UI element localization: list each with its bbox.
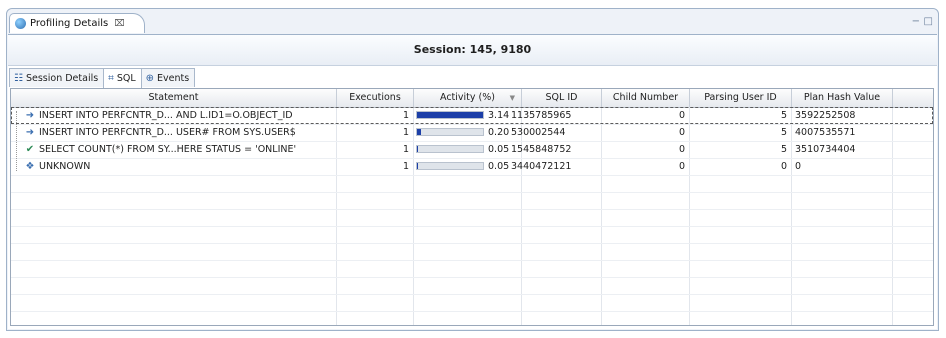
plan-hash-cell: 3510734404 bbox=[795, 144, 856, 155]
statement-text: SELECT COUNT(*) FROM SY...HERE STATUS = … bbox=[39, 144, 297, 155]
tab-profiling-details[interactable]: Profiling Details ⌧ bbox=[9, 13, 145, 33]
sql-id-cell: 1135785965 bbox=[511, 110, 572, 121]
column-header-activity[interactable]: Activity (%) ▼ bbox=[414, 89, 522, 107]
executions-cell: 1 bbox=[402, 144, 409, 155]
tab-label: Session Details bbox=[25, 72, 99, 84]
activity-value: 3.14 bbox=[488, 110, 510, 121]
profiling-icon bbox=[15, 18, 26, 29]
statement-text: UNKNOWN bbox=[39, 161, 91, 172]
column-header-statement[interactable]: Statement bbox=[11, 89, 337, 107]
minimize-icon[interactable]: − bbox=[912, 16, 920, 27]
activity-value: 0.20 bbox=[488, 127, 510, 138]
child-number-cell: 0 bbox=[678, 127, 685, 138]
tab-label: Profiling Details bbox=[30, 18, 109, 29]
sql-id-cell: 1545848752 bbox=[511, 144, 572, 155]
column-header-parsing-user-id[interactable]: Parsing User ID bbox=[690, 89, 792, 107]
maximize-icon[interactable]: □ bbox=[924, 16, 933, 27]
insert-icon: ➜ bbox=[25, 127, 35, 138]
statement-cell: ❖ UNKNOWN bbox=[23, 158, 335, 175]
parsing-user-id-cell: 0 bbox=[780, 161, 787, 172]
sql-id-cell: 530002544 bbox=[511, 127, 566, 138]
activity-bar bbox=[416, 162, 484, 170]
sql-icon: ⌗ bbox=[108, 73, 114, 84]
table-row[interactable]: ✔ SELECT COUNT(*) FROM SY...HERE STATUS =… bbox=[11, 141, 933, 158]
tab-events[interactable]: ⊕ Events bbox=[140, 68, 196, 87]
activity-value: 0.05 bbox=[488, 161, 510, 172]
executions-cell: 1 bbox=[402, 161, 409, 172]
executions-cell: 1 bbox=[402, 110, 409, 121]
sql-table: Statement Executions Activity (%) ▼ SQL … bbox=[10, 88, 934, 326]
parsing-user-id-cell: 5 bbox=[780, 110, 787, 121]
unknown-icon: ❖ bbox=[25, 161, 35, 172]
column-header-executions[interactable]: Executions bbox=[337, 89, 414, 107]
parsing-user-id-cell: 5 bbox=[780, 127, 787, 138]
statement-cell: ✔ SELECT COUNT(*) FROM SY...HERE STATUS =… bbox=[23, 141, 335, 158]
plan-hash-cell: 3592252508 bbox=[795, 110, 856, 121]
globe-icon: ⊕ bbox=[145, 72, 155, 84]
column-header-plan-hash-value[interactable]: Plan Hash Value bbox=[792, 89, 893, 107]
grid-icon: ☷ bbox=[14, 72, 23, 84]
child-number-cell: 0 bbox=[678, 161, 685, 172]
statement-text: INSERT INTO PERFCNTR_D... USER# FROM SYS… bbox=[39, 127, 296, 138]
tab-label: Events bbox=[157, 72, 190, 84]
session-title: Session: 145, 9180 bbox=[8, 35, 937, 66]
sort-descending-icon: ▼ bbox=[509, 94, 515, 102]
statement-cell: ➜ INSERT INTO PERFCNTR_D... USER# FROM SY… bbox=[23, 124, 335, 141]
plan-hash-cell: 0 bbox=[795, 161, 802, 172]
view-tabstrip: Profiling Details ⌧ − □ bbox=[7, 9, 938, 35]
view-content: Session: 145, 9180 ☷ Session Details ⌗ S… bbox=[8, 34, 937, 329]
plan-hash-cell: 4007535571 bbox=[795, 127, 856, 138]
close-icon[interactable]: ⌧ bbox=[114, 19, 124, 29]
tab-sql[interactable]: ⌗ SQL bbox=[103, 68, 142, 88]
activity-bar bbox=[416, 145, 484, 153]
table-row[interactable]: ➜ INSERT INTO PERFCNTR_D... AND L.ID1=O.O… bbox=[11, 107, 933, 124]
parsing-user-id-cell: 5 bbox=[780, 144, 787, 155]
insert-icon: ➜ bbox=[25, 110, 35, 121]
table-row[interactable]: ❖ UNKNOWN 1 0.05 3440472121 0 0 0 bbox=[11, 158, 933, 175]
subtab-bar: ☷ Session Details ⌗ SQL ⊕ Events bbox=[9, 68, 196, 88]
statement-text: INSERT INTO PERFCNTR_D... AND L.ID1=O.OB… bbox=[39, 110, 293, 121]
sql-id-cell: 3440472121 bbox=[511, 161, 572, 172]
check-icon: ✔ bbox=[25, 144, 35, 155]
profiling-details-view: Profiling Details ⌧ − □ Session: 145, 91… bbox=[6, 8, 939, 331]
column-header-child-number[interactable]: Child Number bbox=[602, 89, 690, 107]
executions-cell: 1 bbox=[402, 127, 409, 138]
tab-session-details[interactable]: ☷ Session Details bbox=[9, 68, 105, 87]
column-label: Activity (%) bbox=[440, 92, 495, 103]
activity-bar bbox=[416, 128, 484, 136]
child-number-cell: 0 bbox=[678, 144, 685, 155]
table-row[interactable]: ➜ INSERT INTO PERFCNTR_D... USER# FROM SY… bbox=[11, 124, 933, 141]
tab-label: SQL bbox=[116, 73, 136, 84]
table-header: Statement Executions Activity (%) ▼ SQL … bbox=[11, 89, 933, 108]
activity-bar bbox=[416, 111, 484, 119]
column-header-sql-id[interactable]: SQL ID bbox=[522, 89, 602, 107]
statement-cell: ➜ INSERT INTO PERFCNTR_D... AND L.ID1=O.O… bbox=[23, 107, 335, 124]
child-number-cell: 0 bbox=[678, 110, 685, 121]
activity-value: 0.05 bbox=[488, 144, 510, 155]
